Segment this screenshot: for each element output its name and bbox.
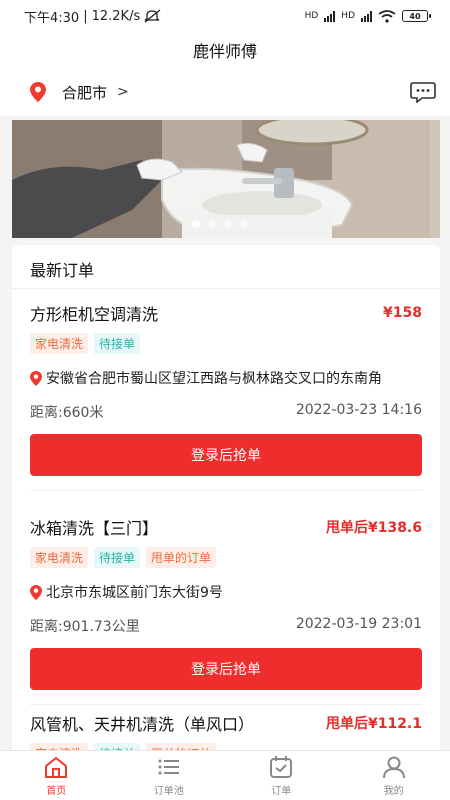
grab-order-button[interactable]: 登录后抢单 <box>30 648 422 690</box>
location-pin-icon <box>30 371 42 386</box>
tab-label: 首页 <box>46 786 67 797</box>
status-time: 下午4:30 <box>24 10 80 26</box>
order-meta: 距离:901.73公里 2022-03-19 23:01 <box>30 616 422 636</box>
location-bar: 合肥市 > <box>0 68 450 116</box>
banner-dot-active[interactable] <box>192 220 200 228</box>
tab-home[interactable]: 首页 <box>0 751 113 800</box>
status-separator: | <box>83 8 88 24</box>
category-tag: 家电清洗 <box>30 333 89 354</box>
category-tag: 家电清洗 <box>30 547 89 568</box>
network-speed: 12.2K/s <box>91 8 141 24</box>
status-tag: 待接单 <box>94 547 141 568</box>
order-item[interactable]: 冰箱清洗【三门】 甩单后¥138.6 家电清洗 待接单 甩单的订单 北京市东城区… <box>12 515 440 705</box>
status-bar: 下午4:30 | 12.2K/s HD HD 40 <box>0 0 450 32</box>
order-tags: 家电清洗 待接单 <box>30 333 422 354</box>
mute-icon <box>144 9 161 23</box>
net-type-1: HD <box>304 11 319 21</box>
home-icon <box>45 757 68 778</box>
banner-dot[interactable] <box>224 220 232 228</box>
grab-order-button[interactable]: 登录后抢单 <box>30 434 422 476</box>
app-header: 鹿伴师傅 <box>0 32 450 68</box>
status-left: 下午4:30 | 12.2K/s <box>24 7 162 26</box>
user-icon <box>382 756 405 779</box>
banner-dot[interactable] <box>240 220 248 228</box>
status-right: HD HD 40 <box>304 9 431 23</box>
tab-mine[interactable]: 我的 <box>338 751 450 800</box>
tab-order-pool[interactable]: 订单池 <box>113 751 226 800</box>
section-title: 最新订单 <box>12 245 440 289</box>
order-meta: 距离:660米 2022-03-23 14:16 <box>30 402 422 422</box>
order-tags: 家电清洗 待接单 甩单的订单 <box>30 547 422 568</box>
location-pin-icon <box>30 585 42 600</box>
order-address: 北京市东城区前门东大街9号 <box>30 582 422 604</box>
city-selector[interactable]: 合肥市 <box>62 82 107 103</box>
battery-icon: 40 <box>402 10 431 22</box>
wifi-icon <box>378 9 396 23</box>
order-title-row: 风管机、天井机清洗（单风口） 甩单后¥112.1 <box>30 711 422 735</box>
location-pin-icon <box>30 82 46 102</box>
status-tag: 待接单 <box>94 333 141 354</box>
latest-orders-card: 最新订单 方形柜机空调清洗 ¥158 家电清洗 待接单 安徽省合肥市蜀山区望江西… <box>12 245 440 765</box>
order-title: 风管机、天井机清洗（单风口） <box>30 715 255 734</box>
divider <box>30 490 422 491</box>
order-time: 2022-03-19 23:01 <box>295 616 422 632</box>
bottom-tab-bar: 首页 订单池 订单 我的 <box>0 750 450 800</box>
order-title-row: 冰箱清洗【三门】 甩单后¥138.6 <box>30 515 422 539</box>
banner-dot[interactable] <box>208 220 216 228</box>
order-price: 甩单后¥112.1 <box>325 716 422 732</box>
net-type-2: HD <box>341 11 355 21</box>
order-time: 2022-03-23 14:16 <box>295 402 422 418</box>
signal-icon-2 <box>361 10 372 22</box>
divider <box>30 704 422 705</box>
tab-label: 订单 <box>271 786 292 797</box>
tab-label: 订单池 <box>153 786 184 797</box>
message-icon[interactable] <box>410 81 436 103</box>
order-distance: 距离:660米 <box>30 405 104 421</box>
order-price: 甩单后¥138.6 <box>325 520 422 536</box>
order-title-row: 方形柜机空调清洗 ¥158 <box>30 301 422 325</box>
tab-orders[interactable]: 订单 <box>225 751 338 800</box>
order-title: 方形柜机空调清洗 <box>30 305 159 324</box>
banner-dots <box>192 220 248 228</box>
address-text: 安徽省合肥市蜀山区望江西路与枫林路交叉口的东南角 <box>46 371 382 387</box>
order-title: 冰箱清洗【三门】 <box>30 519 159 538</box>
order-distance: 距离:901.73公里 <box>30 619 140 635</box>
order-price: ¥158 <box>383 305 422 321</box>
promo-banner[interactable] <box>12 120 440 238</box>
calendar-check-icon <box>270 756 293 778</box>
signal-icon <box>324 10 336 22</box>
order-item[interactable]: 方形柜机空调清洗 ¥158 家电清洗 待接单 安徽省合肥市蜀山区望江西路与枫林路… <box>12 301 440 491</box>
chevron-right-icon[interactable]: > <box>117 84 129 100</box>
order-address: 安徽省合肥市蜀山区望江西路与枫林路交叉口的东南角 <box>30 368 422 390</box>
page-title: 鹿伴师傅 <box>192 42 257 61</box>
list-icon <box>158 759 179 775</box>
address-text: 北京市东城区前门东大街9号 <box>46 585 223 601</box>
tab-label: 我的 <box>383 786 404 797</box>
transfer-tag: 甩单的订单 <box>146 547 217 568</box>
